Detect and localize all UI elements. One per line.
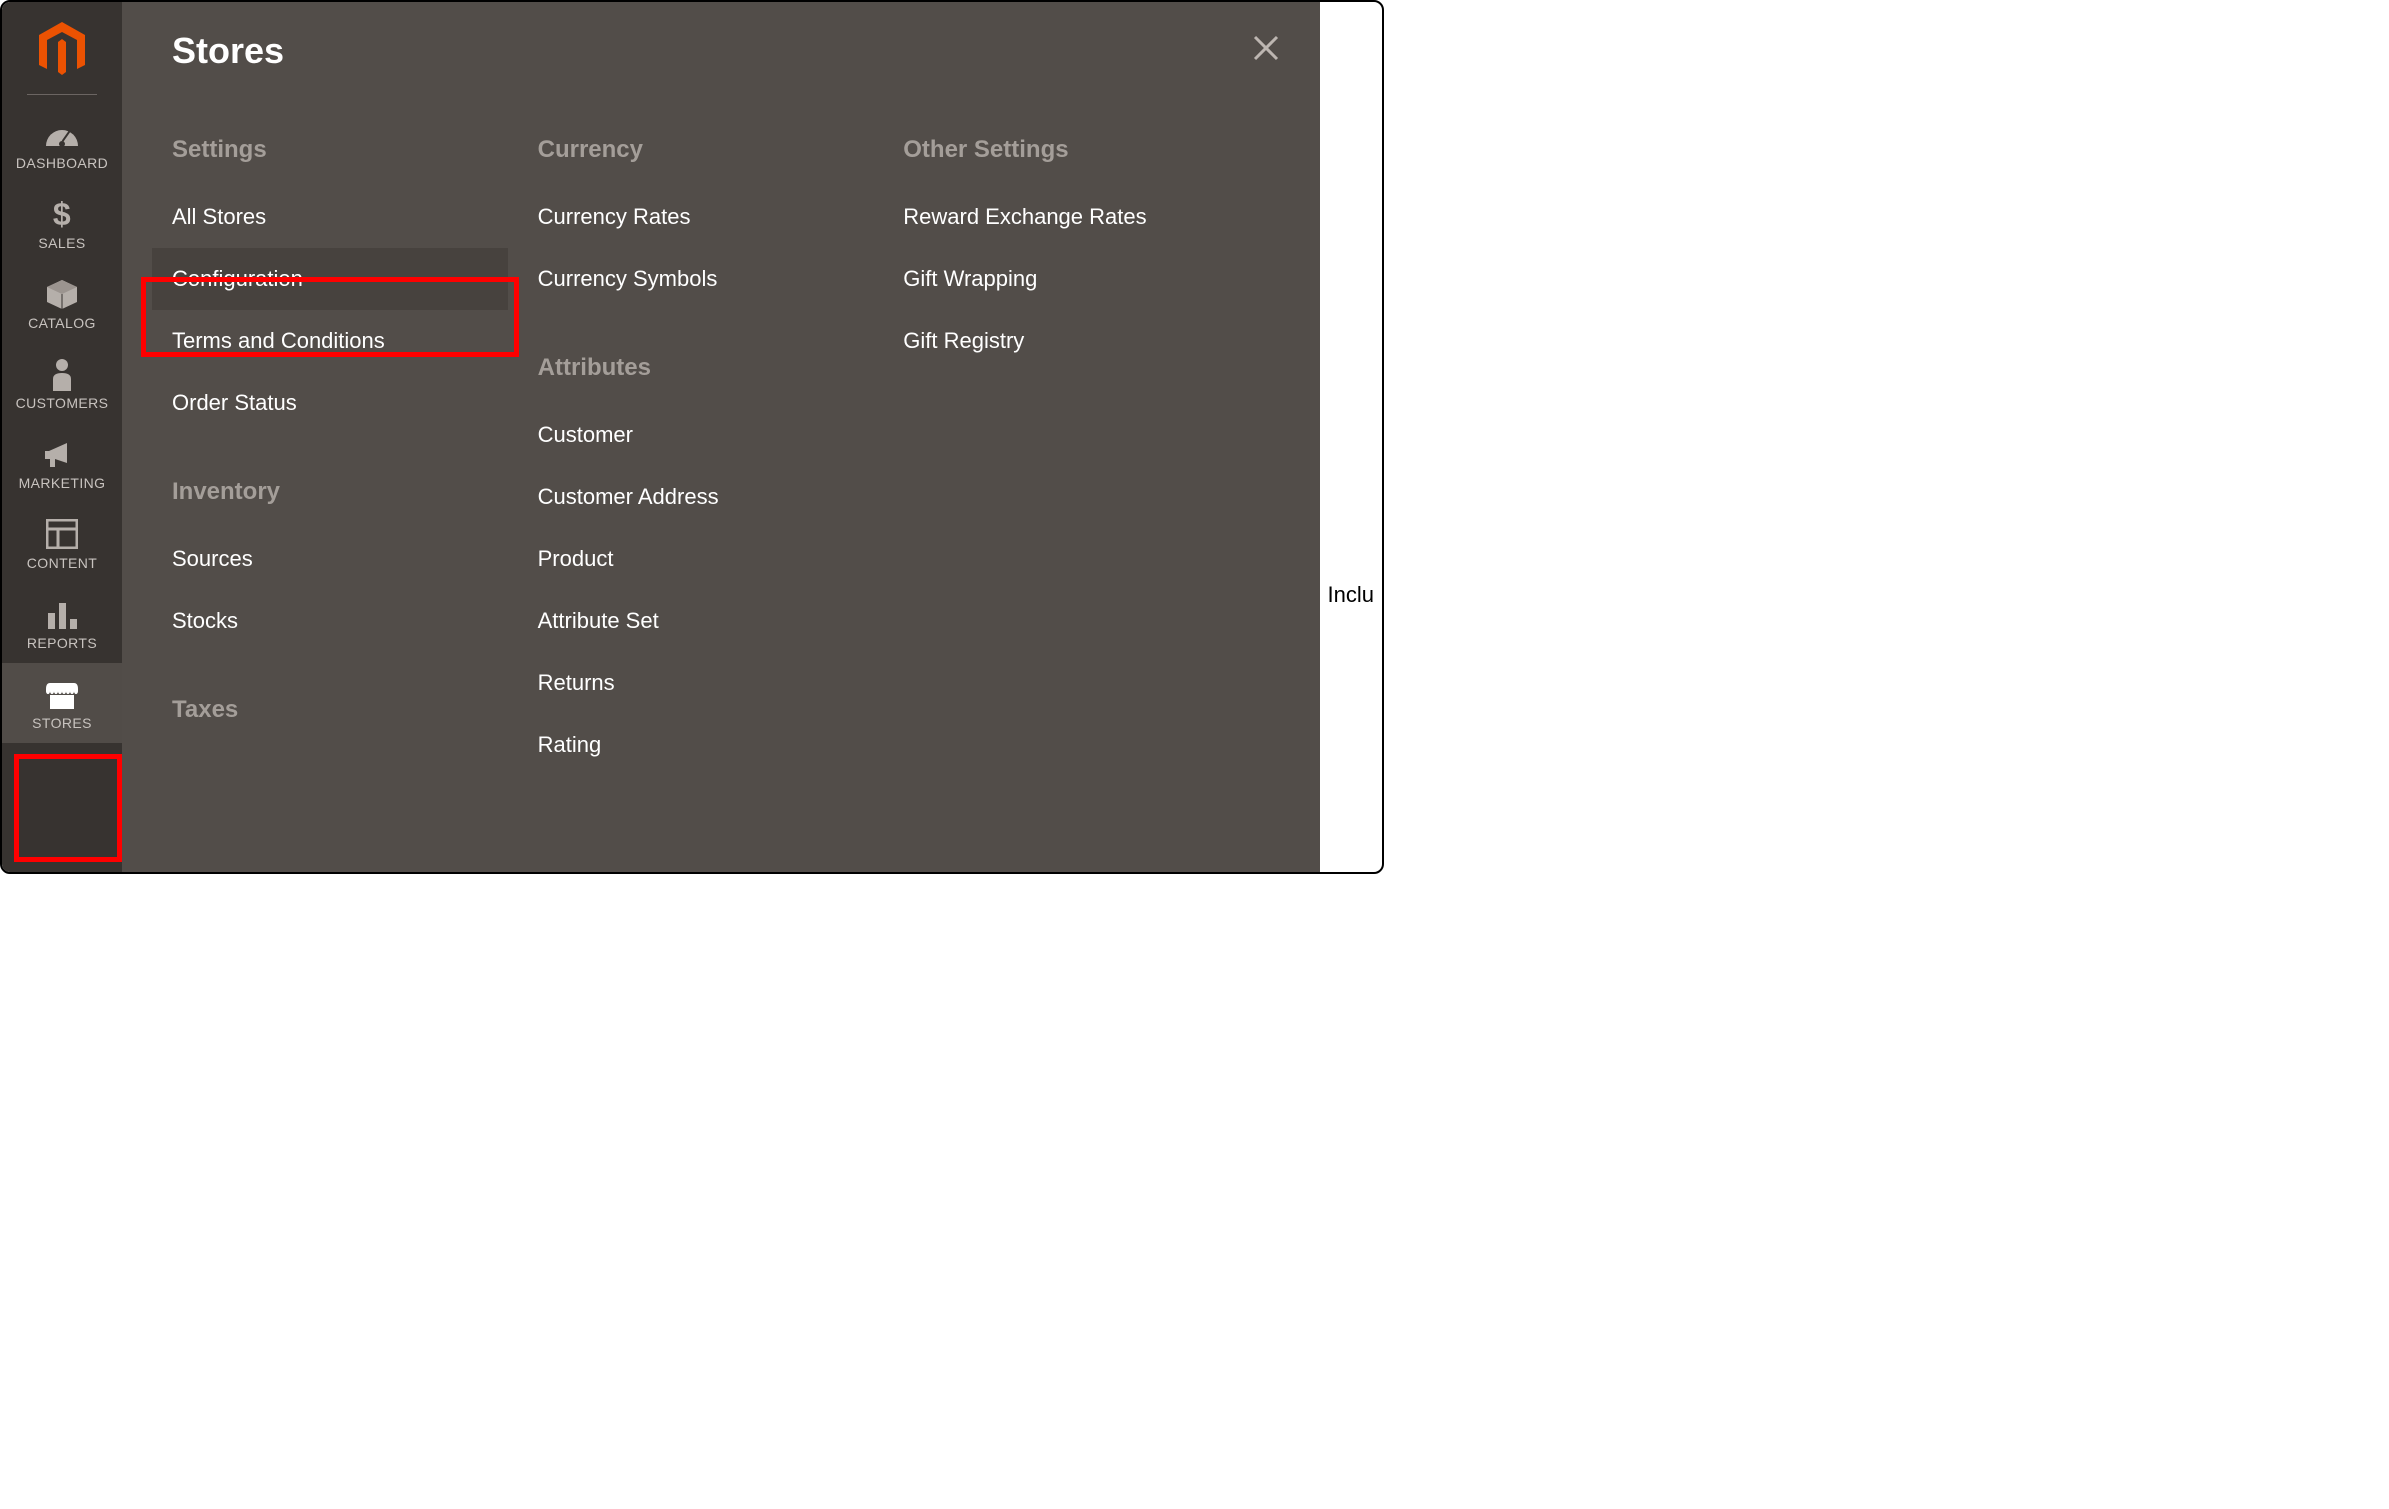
group-title-other-settings: Other Settings: [903, 136, 1239, 164]
person-icon: [44, 357, 80, 391]
link-attr-returns[interactable]: Returns: [518, 652, 874, 714]
close-icon[interactable]: [1252, 34, 1280, 68]
group-title-attributes: Attributes: [538, 354, 874, 382]
sidebar-item-sales[interactable]: $ SALES: [2, 183, 122, 263]
nav-label-catalog: CATALOG: [28, 315, 96, 331]
nav-label-customers: CUSTOMERS: [16, 395, 109, 411]
megaphone-icon: [44, 437, 80, 471]
gauge-icon: [44, 117, 80, 151]
admin-sidebar: DASHBOARD $ SALES CATALOG CUSTOMERS MARK…: [2, 2, 122, 872]
link-gift-wrapping[interactable]: Gift Wrapping: [883, 248, 1239, 310]
dollar-icon: $: [44, 197, 80, 231]
link-configuration[interactable]: Configuration: [152, 248, 508, 310]
nav-label-stores: STORES: [32, 715, 92, 731]
submenu-column-2: Currency Currency Rates Currency Symbols…: [538, 92, 904, 776]
link-order-status[interactable]: Order Status: [152, 372, 508, 434]
submenu-title: Stores: [172, 30, 284, 72]
stores-submenu-panel: Stores Settings All Stores Configuration…: [122, 2, 1320, 872]
box-icon: [44, 277, 80, 311]
nav-label-marketing: MARKETING: [19, 475, 106, 491]
link-currency-rates[interactable]: Currency Rates: [518, 186, 874, 248]
link-reward-exchange-rates[interactable]: Reward Exchange Rates: [883, 186, 1239, 248]
link-gift-registry[interactable]: Gift Registry: [883, 310, 1239, 372]
sidebar-item-stores[interactable]: STORES: [2, 663, 122, 743]
submenu-body: Settings All Stores Configuration Terms …: [122, 82, 1320, 776]
link-attr-customer-address[interactable]: Customer Address: [518, 466, 874, 528]
store-icon: [44, 677, 80, 711]
link-attr-rating[interactable]: Rating: [518, 714, 874, 776]
sidebar-item-content[interactable]: CONTENT: [2, 503, 122, 583]
link-stocks[interactable]: Stocks: [152, 590, 508, 652]
nav-label-content: CONTENT: [27, 555, 97, 571]
link-attr-attribute-set[interactable]: Attribute Set: [518, 590, 874, 652]
link-attr-customer[interactable]: Customer: [518, 404, 874, 466]
bar-chart-icon: [44, 597, 80, 631]
submenu-column-1: Settings All Stores Configuration Terms …: [172, 92, 538, 776]
nav-label-sales: SALES: [38, 235, 85, 251]
sidebar-item-catalog[interactable]: CATALOG: [2, 263, 122, 343]
link-attr-product[interactable]: Product: [518, 528, 874, 590]
magento-logo-icon: [35, 20, 89, 80]
link-currency-symbols[interactable]: Currency Symbols: [518, 248, 874, 310]
group-title-inventory: Inventory: [172, 478, 508, 506]
group-title-taxes: Taxes: [172, 696, 508, 724]
sidebar-item-dashboard[interactable]: DASHBOARD: [2, 103, 122, 183]
link-terms-and-conditions[interactable]: Terms and Conditions: [152, 310, 508, 372]
app-window: DASHBOARD $ SALES CATALOG CUSTOMERS MARK…: [0, 0, 1384, 874]
svg-text:$: $: [53, 197, 71, 231]
nav-label-dashboard: DASHBOARD: [16, 155, 108, 171]
sidebar-divider: [27, 94, 97, 95]
nav-label-reports: REPORTS: [27, 635, 97, 651]
link-all-stores[interactable]: All Stores: [152, 186, 508, 248]
sidebar-item-customers[interactable]: CUSTOMERS: [2, 343, 122, 423]
submenu-column-3: Other Settings Reward Exchange Rates Gif…: [903, 92, 1269, 776]
background-content-peek: Inclu: [1328, 582, 1374, 608]
submenu-header: Stores: [122, 2, 1320, 82]
magento-logo[interactable]: [2, 2, 122, 80]
sidebar-item-marketing[interactable]: MARKETING: [2, 423, 122, 503]
sidebar-item-reports[interactable]: REPORTS: [2, 583, 122, 663]
link-sources[interactable]: Sources: [152, 528, 508, 590]
group-title-settings: Settings: [172, 136, 508, 164]
group-title-currency: Currency: [538, 136, 874, 164]
layout-icon: [44, 517, 80, 551]
